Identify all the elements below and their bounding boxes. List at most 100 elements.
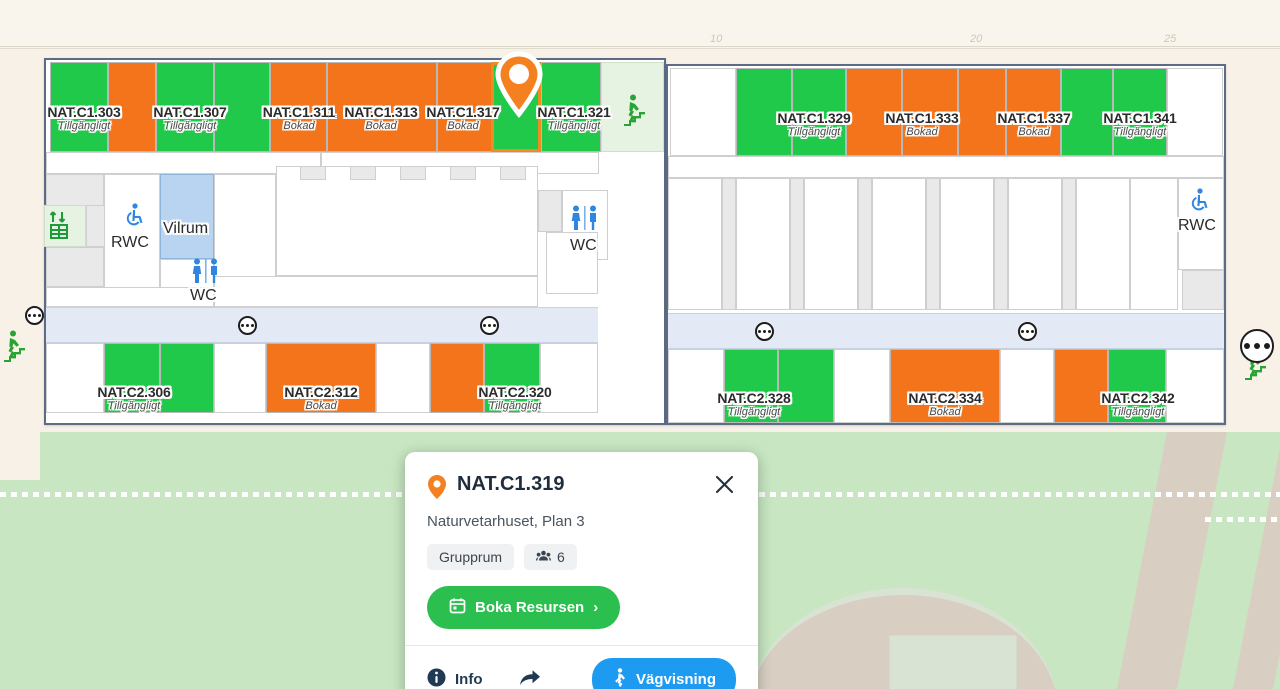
restroom-icon-left	[192, 258, 220, 289]
stairs-icon-left[interactable]	[2, 330, 32, 367]
room-bottom-b[interactable]	[214, 343, 266, 413]
popup-subtitle: Naturvetarhuset, Plan 3	[427, 513, 585, 530]
scale-tick-25: 25	[1164, 33, 1177, 45]
room-mid-a[interactable]	[214, 174, 276, 289]
divider-right-1	[722, 178, 736, 310]
divider-right-3	[858, 178, 872, 310]
more-options-icon-1[interactable]	[25, 306, 44, 325]
walking-path-segment	[1205, 517, 1280, 522]
room-green-e[interactable]	[792, 68, 846, 156]
info-button[interactable]: Info	[427, 668, 483, 689]
popup-pin-icon	[427, 474, 447, 505]
room-right-mid-d[interactable]	[872, 178, 926, 310]
rwc-room-right[interactable]	[1130, 178, 1178, 310]
room-NAT.C1.321[interactable]	[541, 62, 601, 152]
room-NAT.C2.320[interactable]	[484, 343, 540, 413]
room-bottom-c[interactable]	[376, 343, 430, 413]
vilrum-room[interactable]	[160, 174, 214, 259]
scale-ruler: 10 20 25	[0, 0, 1280, 49]
room-orange-f[interactable]	[958, 68, 1006, 156]
divider-right-5	[994, 178, 1008, 310]
facility-label-rwc-left: RWC	[111, 234, 149, 251]
chip-room-type-label: Grupprum	[439, 549, 503, 565]
people-icon	[536, 549, 552, 565]
room-NAT.C1.313[interactable]	[327, 62, 437, 152]
room-right-mid-e[interactable]	[940, 178, 994, 310]
wheelchair-icon-left	[122, 203, 144, 232]
room-NAT.C2.334[interactable]	[890, 349, 1000, 423]
more-options-icon-2[interactable]	[238, 316, 257, 335]
corridor-strip-left-c	[46, 287, 214, 307]
room-bottom-d[interactable]	[540, 343, 598, 413]
selected-room-pin-icon[interactable]	[493, 50, 545, 125]
park-notch	[0, 432, 40, 480]
room-right-mid-a[interactable]	[668, 178, 722, 310]
service-room-right[interactable]	[1182, 270, 1224, 310]
door-tab-3	[400, 166, 426, 180]
room-green-f[interactable]	[1061, 68, 1113, 156]
service-room-3[interactable]	[538, 190, 562, 232]
room-NAT.C1.303[interactable]	[50, 62, 108, 152]
room-NAT.C1.341[interactable]	[1113, 68, 1167, 156]
directions-label: Vägvisning	[635, 671, 716, 688]
room-NAT.C2.328[interactable]	[724, 349, 778, 423]
room-NAT.C1.337[interactable]	[1006, 68, 1061, 156]
room-right-mid-c[interactable]	[804, 178, 858, 310]
more-options-icon-4[interactable]	[755, 322, 774, 341]
share-button[interactable]	[519, 668, 541, 689]
divider-right-2	[790, 178, 804, 310]
more-options-icon-3[interactable]	[480, 316, 499, 335]
room-booked-a[interactable]	[108, 62, 156, 152]
book-resource-button[interactable]: Boka Resursen ›	[427, 586, 621, 629]
room-right-bottom-b[interactable]	[834, 349, 890, 423]
room-NAT.C2.312[interactable]	[266, 343, 376, 413]
room-right-top-b[interactable]	[1167, 68, 1223, 156]
map-canvas[interactable]: 10 20 25 NAT.C1.303 Tillgängligt NAT.C1.…	[0, 0, 1280, 689]
room-NAT.C1.317[interactable]	[437, 62, 492, 152]
info-icon	[427, 668, 446, 689]
room-right-bottom-a[interactable]	[668, 349, 724, 423]
scale-ruler-line	[0, 46, 1280, 47]
room-NAT.C1.333[interactable]	[902, 68, 958, 156]
room-right-bottom-d[interactable]	[1166, 349, 1224, 423]
directions-button[interactable]: Vägvisning	[591, 658, 736, 689]
elevator-icon[interactable]	[47, 210, 73, 245]
room-green-c[interactable]	[160, 343, 214, 413]
room-green-g[interactable]	[778, 349, 834, 423]
more-options-icon-5[interactable]	[1018, 322, 1037, 341]
door-tab-2	[350, 166, 376, 180]
popup-title: NAT.C1.319	[457, 473, 565, 495]
popup-chips: Grupprum 6	[427, 544, 736, 570]
room-right-mid-g[interactable]	[1076, 178, 1130, 310]
close-icon[interactable]	[712, 472, 736, 496]
room-right-mid-f[interactable]	[1008, 178, 1062, 310]
corridor-strip-right-a	[668, 156, 1224, 178]
room-right-bottom-c[interactable]	[1000, 349, 1054, 423]
corridor-strip-left-d	[214, 276, 538, 307]
room-bottom-a[interactable]	[46, 343, 104, 413]
room-right-top-a[interactable]	[670, 68, 736, 156]
divider-right-4	[926, 178, 940, 310]
room-orange-e[interactable]	[846, 68, 902, 156]
room-NAT.C1.329[interactable]	[736, 68, 792, 156]
walking-person-icon	[612, 668, 627, 689]
room-orange-g[interactable]	[1054, 349, 1108, 423]
facility-label-wc-left: WC	[190, 287, 217, 304]
room-NAT.C1.307[interactable]	[156, 62, 214, 152]
room-green-b[interactable]	[214, 62, 270, 152]
popup-header: NAT.C1.319	[427, 472, 736, 505]
stairs-icon-center[interactable]	[622, 94, 652, 131]
service-room-4[interactable]	[46, 247, 104, 287]
room-NAT.C2.306[interactable]	[104, 343, 160, 413]
facility-label-rwc-right: RWC	[1178, 217, 1216, 234]
room-orange-d[interactable]	[430, 343, 484, 413]
room-NAT.C2.342[interactable]	[1108, 349, 1166, 423]
popup-footer: Info Vägvisning	[405, 645, 758, 689]
room-NAT.C1.311[interactable]	[270, 62, 327, 152]
more-options-icon-6[interactable]	[1240, 329, 1274, 363]
room-info-popup[interactable]: NAT.C1.319 Naturvetarhuset, Plan 3 Grupp…	[405, 452, 758, 689]
room-right-mid-b[interactable]	[736, 178, 790, 310]
door-tab-5	[500, 166, 526, 180]
room-mid-hall[interactable]	[276, 166, 538, 276]
corridor-right	[668, 313, 1224, 349]
